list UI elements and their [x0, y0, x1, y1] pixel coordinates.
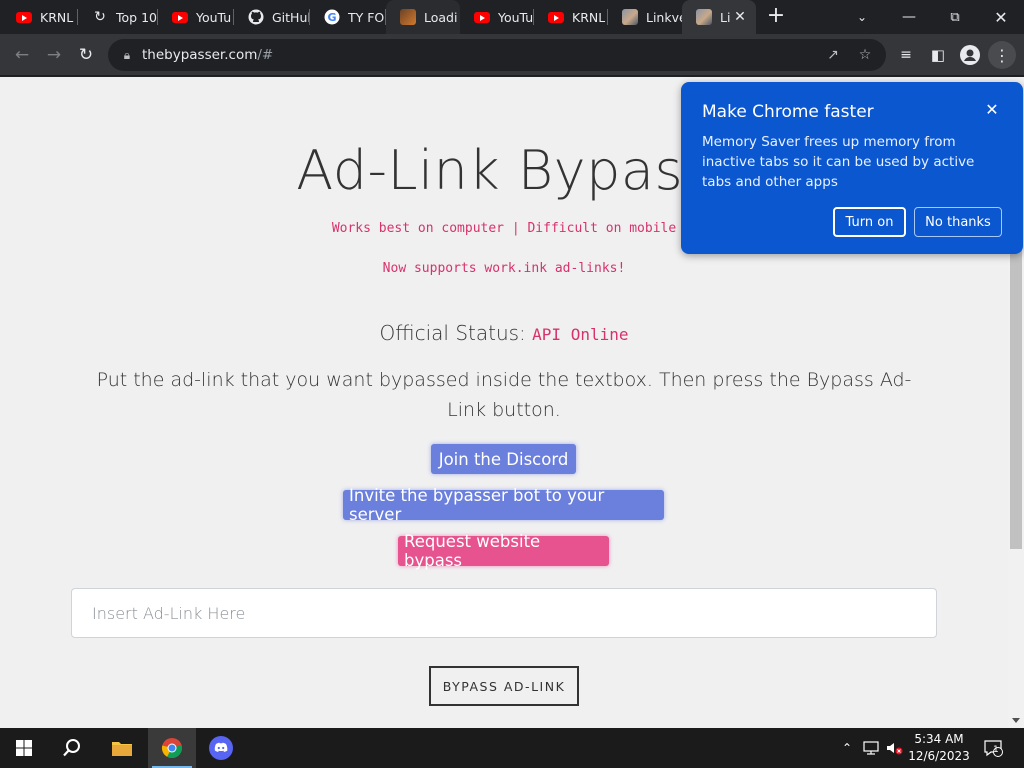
clock-date: 12/6/2023 — [908, 749, 970, 763]
scroll-down-icon[interactable] — [1012, 718, 1020, 723]
tab-title: KRNL — [572, 9, 606, 25]
status-line: Official Status: API Online — [0, 321, 1008, 345]
memory-saver-popup: Make Chrome faster ✕ Memory Saver frees … — [681, 82, 1023, 254]
loading-icon: ↻ — [94, 9, 106, 25]
tab[interactable]: YouTu — [460, 0, 534, 34]
youtube-icon — [172, 9, 188, 25]
tab-title: KRNL l — [40, 9, 78, 25]
github-icon — [248, 9, 264, 25]
lock-icon[interactable]: 🔒︎ — [120, 48, 134, 62]
join-discord-button[interactable]: Join the Discord — [431, 444, 576, 474]
request-bypass-button[interactable]: Request website bypass — [398, 532, 609, 570]
tab-title: YouTu — [498, 9, 534, 25]
network-icon[interactable] — [860, 728, 882, 768]
menu-kebab-icon[interactable]: ⋮ — [988, 41, 1016, 69]
search-icon[interactable] — [48, 728, 96, 768]
status-label: Official Status: — [379, 321, 526, 345]
tab-search-icon[interactable]: ⌄ — [840, 0, 884, 34]
minimize-button[interactable]: — — [886, 0, 932, 34]
profile-avatar-icon[interactable] — [956, 41, 984, 69]
tab-title: Loadi — [424, 9, 458, 25]
google-icon: G — [324, 9, 340, 25]
popup-title: Make Chrome faster — [702, 102, 874, 122]
tab-title: Linkve — [646, 9, 682, 25]
tab-title: GitHul — [272, 9, 310, 25]
image-icon — [622, 9, 638, 25]
file-explorer-icon[interactable] — [98, 728, 146, 768]
youtube-icon — [16, 9, 32, 25]
close-tab-icon[interactable]: ✕ — [732, 9, 748, 25]
tab-title: Top 10 — [116, 9, 157, 25]
volume-muted-icon[interactable] — [884, 728, 906, 768]
tab-title: Li — [720, 9, 731, 25]
tab[interactable]: Loadi — [386, 0, 460, 34]
turn-on-button[interactable]: Turn on — [833, 207, 906, 237]
windows-start-icon[interactable] — [0, 728, 48, 768]
back-button[interactable]: ← — [8, 41, 36, 69]
popup-body: Memory Saver frees up memory from inacti… — [702, 134, 975, 190]
tab[interactable]: G TY FOI — [310, 0, 386, 34]
tab-strip: KRNL l ↻ Top 10 YouTu GitHul G TY FOI Lo… — [0, 0, 1024, 34]
share-icon[interactable]: ↗ — [824, 46, 842, 64]
image-icon — [696, 9, 712, 25]
svg-text:G: G — [327, 11, 336, 24]
instructions: Put the ad-link that you want bypassed i… — [96, 369, 912, 421]
tab[interactable]: KRNL — [534, 0, 608, 34]
tab[interactable]: KRNL l — [2, 0, 78, 34]
notice-text: Now supports work.ink ad-links! — [382, 261, 626, 276]
forward-button[interactable]: → — [40, 41, 68, 69]
youtube-icon — [548, 9, 564, 25]
new-tab-button[interactable]: + — [764, 5, 788, 29]
no-thanks-button[interactable]: No thanks — [914, 207, 1002, 237]
tab[interactable]: ↻ Top 10 — [78, 0, 158, 34]
side-panel-icon[interactable]: ◧ — [924, 41, 952, 69]
ad-link-input[interactable]: Insert Ad-Link Here — [71, 588, 937, 638]
browser-toolbar: ← → ↻ 🔒︎ thebypasser.com/# ↗ ☆ ≡ ◧ ⋮ — [0, 34, 1024, 76]
close-window-button[interactable]: ✕ — [978, 0, 1024, 34]
clock-time: 5:34 AM — [914, 732, 964, 746]
notification-center-icon[interactable]: 1 — [980, 728, 1006, 768]
invite-bot-button[interactable]: Invite the bypasser bot to your server — [343, 486, 664, 524]
restore-button[interactable]: ⧉ — [932, 0, 978, 34]
close-icon[interactable]: ✕ — [983, 101, 1001, 119]
youtube-icon — [474, 9, 490, 25]
bypass-ad-link-button[interactable]: BYPASS AD-LINK — [429, 666, 579, 706]
tab-active[interactable]: Li ✕ — [682, 0, 756, 34]
system-clock[interactable]: 5:34 AM 12/6/2023 — [908, 731, 970, 765]
windows-taskbar: ⌃ 5:34 AM 12/6/2023 1 — [0, 728, 1024, 768]
tab-title: YouTu — [196, 9, 232, 25]
reload-button[interactable]: ↻ — [72, 41, 100, 69]
status-value: API Online — [532, 325, 629, 344]
discord-icon[interactable] — [197, 728, 245, 768]
bookmark-star-icon[interactable]: ☆ — [856, 46, 874, 64]
notification-count: 1 — [993, 745, 999, 755]
media-controls-icon[interactable]: ≡ — [892, 41, 920, 69]
tab[interactable]: Linkve — [608, 0, 682, 34]
image-icon — [400, 9, 416, 25]
tab[interactable]: GitHul — [234, 0, 310, 34]
chrome-icon[interactable] — [148, 728, 196, 768]
tab[interactable]: YouTu — [158, 0, 234, 34]
tab-title: TY FOI — [348, 9, 386, 25]
chevron-up-icon[interactable]: ⌃ — [836, 728, 858, 768]
url-text: thebypasser.com/# — [142, 47, 274, 63]
address-bar[interactable]: 🔒︎ thebypasser.com/# ↗ ☆ — [108, 39, 886, 71]
